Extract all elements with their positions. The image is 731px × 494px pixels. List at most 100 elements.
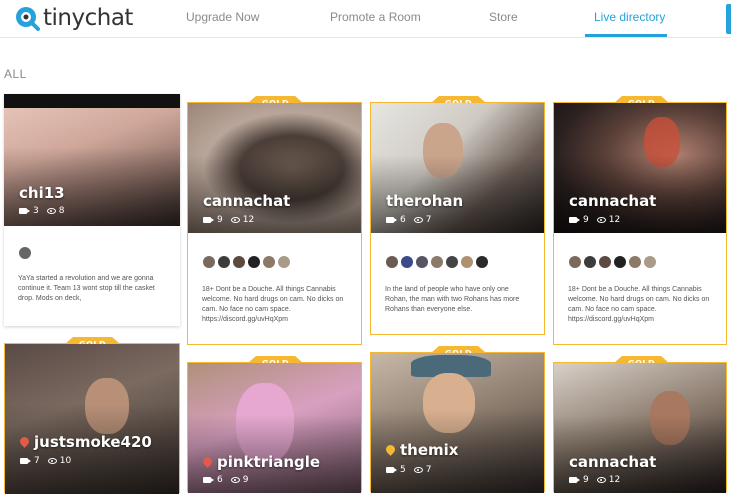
camera-icon [20, 458, 31, 464]
room-name: cannachat [569, 192, 657, 210]
eye-icon [46, 208, 56, 214]
nav-store[interactable]: Store [489, 10, 518, 24]
room-name: pinktriangle [201, 453, 320, 471]
room-name: therohan [386, 192, 464, 210]
cam-count: 6 [217, 475, 223, 485]
room-name: cannachat [569, 453, 657, 471]
tinychat-logo[interactable]: tinychat [14, 4, 133, 32]
avatar[interactable] [202, 255, 216, 269]
avatar[interactable] [643, 255, 657, 269]
avatar[interactable] [18, 246, 32, 260]
room-description: 18+ Dont be a Douche. All things Cannabi… [568, 286, 710, 323]
avatar[interactable] [613, 255, 627, 269]
broadcaster-avatars [202, 255, 292, 269]
avatar[interactable] [277, 255, 291, 269]
eye-icon [596, 217, 606, 223]
active-tab-indicator [585, 34, 667, 37]
camera-icon [569, 477, 580, 483]
avatar[interactable] [430, 255, 444, 269]
nav-live-directory[interactable]: Live directory [594, 10, 665, 24]
room-stats: 7 10 [20, 456, 71, 466]
room-thumbnail[interactable]: cannachat 9 12 [554, 363, 726, 493]
viewer-count: 7 [425, 465, 432, 475]
avatar[interactable] [475, 255, 489, 269]
room-card-chi13[interactable]: chi13 3 8 YaYa started a revolution and … [4, 94, 180, 326]
nav-upgrade-now[interactable]: Upgrade Now [186, 10, 259, 24]
avatar[interactable] [568, 255, 582, 269]
room-thumbnail[interactable]: chi13 3 8 [4, 94, 180, 226]
room-description: YaYa started a revolution and we are gon… [18, 275, 155, 302]
location-pin-icon [18, 435, 31, 448]
avatar[interactable] [445, 255, 459, 269]
section-label-all: ALL [4, 67, 27, 81]
avatar[interactable] [232, 255, 246, 269]
room-thumbnail[interactable]: justsmoke420 7 10 [5, 344, 179, 494]
room-thumbnail[interactable]: cannachat 9 12 [554, 103, 726, 233]
broadcaster-avatars [385, 255, 490, 269]
room-thumbnail[interactable]: cannachat 9 12 [188, 103, 361, 233]
eye-icon [413, 217, 423, 223]
eye-icon [413, 467, 423, 473]
cam-count: 7 [34, 456, 40, 466]
room-stats: 6 9 [203, 475, 248, 485]
room-card-themix[interactable]: GOLD themix 5 7 [370, 352, 545, 493]
room-thumbnail[interactable]: therohan 6 7 [371, 103, 544, 233]
eye-icon [596, 477, 606, 483]
location-pin-icon [384, 443, 397, 456]
camera-icon [19, 208, 30, 214]
logo-wordmark: tinychat [43, 5, 133, 31]
room-card-cannachat[interactable]: GOLD cannachat 9 12 18+ Dont be a Douche… [187, 102, 362, 345]
top-navigation-bar: tinychat Upgrade Now Promote a Room Stor… [0, 0, 731, 38]
viewer-count: 9 [242, 475, 249, 485]
camera-icon [386, 217, 397, 223]
viewer-count: 10 [59, 456, 72, 466]
cam-count: 3 [33, 206, 39, 216]
room-card-cannachat-2[interactable]: GOLD cannachat 9 12 18+ Dont be a Douche… [553, 102, 727, 345]
camera-icon [569, 217, 580, 223]
camera-icon [386, 467, 397, 473]
room-card-therohan[interactable]: GOLD therohan 6 7 In the land of people … [370, 102, 545, 335]
cam-count: 9 [217, 215, 223, 225]
avatar[interactable] [217, 255, 231, 269]
viewer-count: 12 [608, 215, 621, 225]
room-thumbnail[interactable]: themix 5 7 [371, 353, 544, 493]
nav-promote-a-room[interactable]: Promote a Room [330, 10, 421, 24]
avatar[interactable] [415, 255, 429, 269]
cam-count: 6 [400, 215, 406, 225]
avatar[interactable] [460, 255, 474, 269]
room-thumbnail[interactable]: pinktriangle 6 9 [188, 363, 361, 493]
camera-icon [203, 477, 214, 483]
eye-icon [230, 217, 240, 223]
viewer-count: 12 [608, 475, 621, 485]
viewer-count: 7 [425, 215, 432, 225]
avatar[interactable] [385, 255, 399, 269]
room-description: 18+ Dont be a Douche. All things Cannabi… [202, 286, 344, 323]
avatar[interactable] [583, 255, 597, 269]
broadcaster-avatars [568, 255, 658, 269]
room-stats: 6 7 [386, 215, 431, 225]
room-card-cannachat-3[interactable]: GOLD cannachat 9 12 [553, 362, 727, 493]
viewer-count: 8 [58, 206, 65, 216]
avatar[interactable] [262, 255, 276, 269]
avatar[interactable] [628, 255, 642, 269]
avatar[interactable] [598, 255, 612, 269]
room-card-pinktriangle[interactable]: GOLD pinktriangle 6 9 [187, 362, 362, 493]
room-stats: 9 12 [203, 215, 254, 225]
room-name: cannachat [203, 192, 291, 210]
cam-count: 9 [583, 215, 589, 225]
camera-icon [203, 217, 214, 223]
room-stats: 5 7 [386, 465, 431, 475]
cam-count: 9 [583, 475, 589, 485]
eye-icon [47, 458, 57, 464]
room-description: In the land of people who have only one … [385, 286, 520, 313]
room-card-justsmoke420[interactable]: GOLD justsmoke420 7 10 [4, 343, 180, 494]
account-menu-tab[interactable] [726, 4, 731, 34]
broadcaster-avatars [18, 246, 33, 260]
avatar[interactable] [247, 255, 261, 269]
viewer-count: 12 [242, 215, 255, 225]
room-name: themix [384, 441, 458, 459]
room-name: chi13 [19, 184, 65, 202]
avatar[interactable] [400, 255, 414, 269]
room-stats: 3 8 [19, 206, 64, 216]
tinychat-logo-icon [14, 5, 40, 31]
